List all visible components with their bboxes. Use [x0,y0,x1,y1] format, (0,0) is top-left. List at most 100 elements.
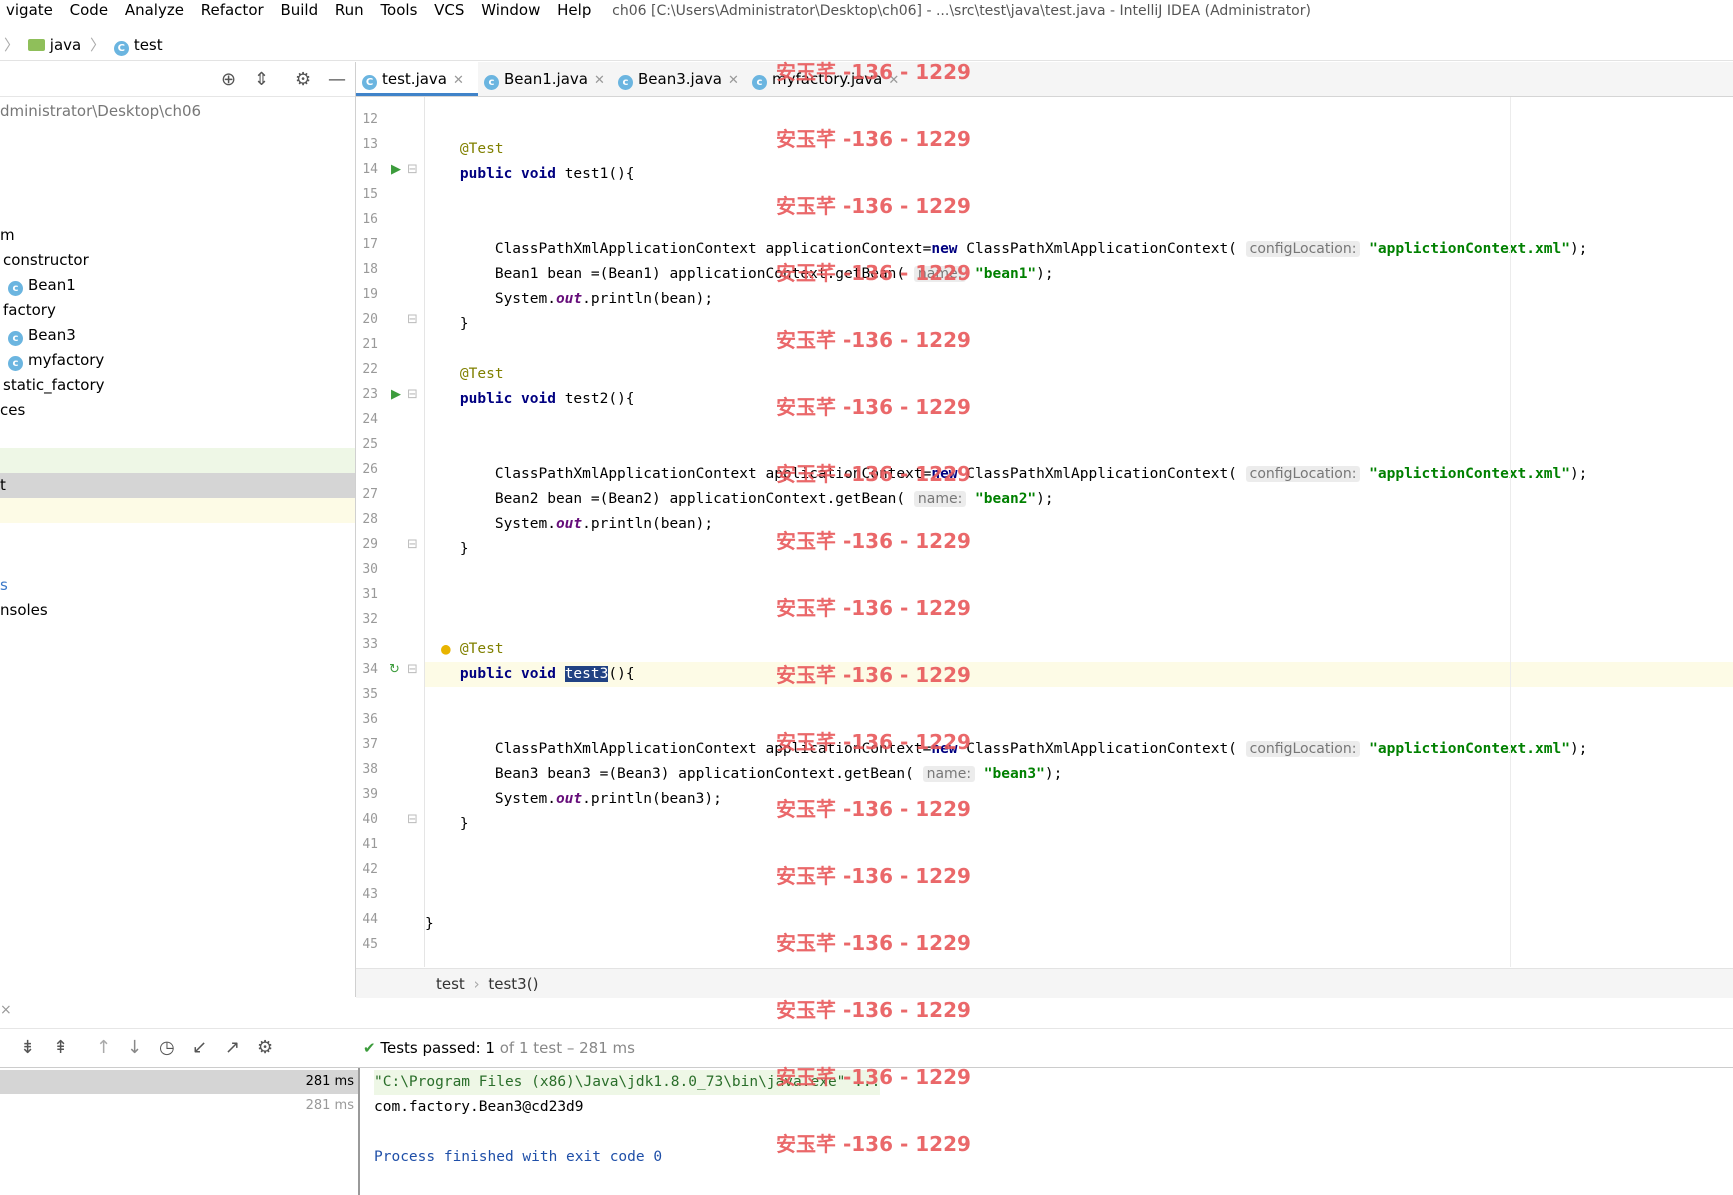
arrow-down-icon[interactable]: ↓ [127,1037,142,1058]
gear-icon[interactable]: ⚙ [257,1037,273,1058]
line-number: 39 [362,787,378,802]
tab-test-java[interactable]: Ctest.java ✕ [356,62,478,96]
menu-refactor[interactable]: Refactor [195,0,270,20]
menu-run[interactable]: Run [329,0,370,20]
locate-icon[interactable]: ⊕ [221,69,236,90]
gear-icon[interactable]: ⚙ [295,69,311,90]
watermark-text: 安玉芊 -136 - 1229 [776,797,971,821]
code-line: ClassPathXmlApplicationContext applicati… [494,466,1588,482]
class-icon: c [8,356,23,371]
tree-item-bean1[interactable]: c Bean1 [0,273,363,298]
line-number: 31 [362,587,378,602]
fold-icon[interactable]: ⊟ [407,662,418,677]
code-line: } [459,541,469,557]
rerun-test-icon[interactable]: ↻ [389,662,400,677]
tree-item[interactable]: ces [0,398,355,423]
line-number: 33 [362,637,378,652]
watermark-text: 安玉芊 -136 - 1229 [776,529,971,553]
line-number: 29 [362,537,378,552]
fold-icon[interactable]: ⊟ [407,162,418,177]
nav-crumb-java[interactable]: java [27,36,81,54]
line-number: 14 [362,162,378,177]
close-icon[interactable]: ✕ [728,73,739,88]
class-icon: c [752,75,767,90]
close-icon[interactable]: × [0,1002,12,1018]
hide-panel-icon[interactable]: — [328,69,346,90]
selected-text: test3 [564,666,609,682]
expand-all-icon[interactable]: ⇟ [20,1037,35,1058]
run-test-icon[interactable]: ▶ [391,387,401,402]
tree-item-bean3[interactable]: c Bean3 [0,323,363,348]
fold-icon[interactable]: ⊟ [407,537,418,552]
run-test-icon[interactable]: ▶ [391,162,401,177]
import-tests-icon[interactable]: ↙ [192,1037,207,1058]
project-toolbar: ⊕ ⇕ ⚙ — [0,62,355,97]
collapse-all-icon[interactable]: ⇕ [254,69,269,90]
lightbulb-icon[interactable]: ● [441,639,451,658]
tab-bean1-java[interactable]: c Bean1.java ✕ [478,62,611,96]
code-line: @Test [459,641,504,657]
tree-item-selected[interactable]: t [0,473,355,498]
test-result-row[interactable]: 281 ms [0,1094,358,1118]
line-number: 41 [362,837,378,852]
menu-tools[interactable]: Tools [374,0,423,20]
tree-item[interactable] [0,498,355,523]
tree-item-scratches-consoles[interactable]: nsoles [0,598,355,623]
chevron-right-icon: 〉 [90,36,106,54]
code-line: System.out.println(bean3); [494,791,722,807]
parameter-hint: name: [922,766,976,782]
tree-item-myfactory[interactable]: c myfactory [0,348,363,373]
menu-window[interactable]: Window [475,0,546,20]
test-status: ✔ Tests passed: 1 of 1 test – 281 ms [363,1039,635,1057]
nav-crumb-test[interactable]: Ctest [113,36,163,56]
folder-icon [27,39,45,51]
tree-item-constructor[interactable]: constructor [0,248,358,273]
parameter-hint: configLocation: [1245,241,1361,257]
tree-item-static-factory[interactable]: static_factory [0,373,358,398]
line-number: 25 [362,437,378,452]
line-number: 16 [362,212,378,227]
fold-icon[interactable]: ⊟ [407,387,418,402]
menu-vcs[interactable]: VCS [428,0,470,20]
project-root-path[interactable]: dministrator\Desktop\ch06 [0,99,355,124]
menu-analyze[interactable]: Analyze [119,0,190,20]
close-icon[interactable]: ✕ [594,73,605,88]
menu-build[interactable]: Build [274,0,324,20]
line-number: 42 [362,862,378,877]
tree-item[interactable]: s [0,573,355,598]
console-line: Process finished with exit code 0 [374,1149,663,1165]
watermark-text: 安玉芊 -136 - 1229 [776,395,971,419]
collapse-all-icon[interactable]: ⇞ [53,1037,68,1058]
history-icon[interactable]: ◷ [159,1037,175,1058]
class-icon: c [8,331,23,346]
breadcrumb-class[interactable]: test [436,975,465,993]
fold-icon[interactable]: ⊟ [407,312,418,327]
class-icon: c [618,75,633,90]
code-line: @Test [459,366,504,382]
fold-icon[interactable]: ⊟ [407,812,418,827]
line-number: 13 [362,137,378,152]
arrow-up-icon[interactable]: ↑ [96,1037,111,1058]
line-number: 20 [362,312,378,327]
line-number: 34 [362,662,378,677]
tree-item-factory[interactable]: factory [0,298,358,323]
code-editor[interactable]: @Test public void test1(){ ClassPathXmlA… [425,97,1733,967]
line-number: 23 [362,387,378,402]
menu-navigate[interactable]: vigate [0,0,59,20]
menu-code[interactable]: Code [64,0,114,20]
code-line: ClassPathXmlApplicationContext applicati… [494,241,1588,257]
menu-help[interactable]: Help [551,0,597,20]
line-number: 12 [362,112,378,127]
console-output[interactable]: "C:\Program Files (x86)\Java\jdk1.8.0_73… [360,1068,1733,1195]
class-icon: c [8,281,23,296]
export-tests-icon[interactable]: ↗ [225,1037,240,1058]
watermark-text: 安玉芊 -136 - 1229 [776,998,971,1022]
test-result-row[interactable]: 281 ms [0,1070,358,1094]
tree-item-highlight[interactable] [0,448,355,473]
tree-item[interactable]: m [0,223,355,248]
close-icon[interactable]: ✕ [453,73,464,88]
watermark-text: 安玉芊 -136 - 1229 [776,60,971,84]
breadcrumb-method[interactable]: test3() [488,975,538,993]
class-icon: C [113,41,129,56]
tab-bean3-java[interactable]: c Bean3.java ✕ [612,62,745,96]
